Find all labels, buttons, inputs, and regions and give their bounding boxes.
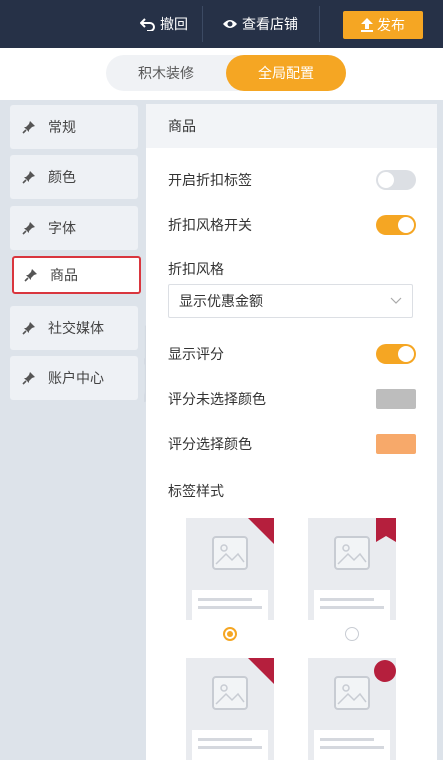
image-placeholder-icon — [212, 676, 248, 710]
discount-style-label: 折扣风格 — [168, 262, 224, 278]
card-text-lines — [192, 730, 268, 760]
image-placeholder-icon — [212, 536, 248, 570]
sidebar-item-label: 颜色 — [48, 170, 76, 186]
sidebar-item-font[interactable]: 字体 — [10, 206, 138, 250]
undo-icon — [140, 17, 156, 31]
sidebar-item-label: 字体 — [48, 221, 76, 237]
view-store-button[interactable]: 查看店铺 — [222, 6, 298, 42]
discount-style-select[interactable]: 显示优惠金额 — [168, 284, 413, 318]
product-settings-panel: 商品 开启折扣标签 折扣风格开关 折扣风格 显示优惠金额 显示评分 评分未选择颜… — [146, 104, 437, 760]
view-store-label: 查看店铺 — [242, 17, 298, 33]
tab-block-decoration[interactable]: 积木装修 — [106, 55, 226, 91]
sidebar-item-label: 账户中心 — [48, 371, 104, 387]
discount-tag-row: 开启折扣标签 — [168, 165, 416, 195]
corner-triangle-tag — [248, 518, 274, 544]
show-rating-toggle[interactable] — [376, 344, 416, 364]
rating-unselected-color-row: 评分未选择颜色 — [168, 384, 416, 414]
undo-button[interactable]: 撤回 — [140, 6, 188, 42]
settings-sidebar: 常规 颜色 字体 商品 社交媒体 账户中心 — [0, 100, 144, 760]
eye-icon — [222, 18, 238, 30]
card-text-lines — [192, 590, 268, 620]
pin-icon — [24, 268, 38, 282]
discount-style-switch-label: 折扣风格开关 — [168, 218, 252, 234]
panel-title: 商品 — [146, 104, 437, 148]
toolbar-divider — [202, 6, 203, 42]
bookmark-ribbon-tag — [376, 518, 396, 542]
discount-style-switch-row: 折扣风格开关 — [168, 210, 416, 240]
discount-tag-label: 开启折扣标签 — [168, 173, 252, 189]
upload-icon — [361, 18, 373, 32]
image-placeholder-icon — [334, 676, 370, 710]
tag-style-label: 标签样式 — [168, 484, 224, 500]
tag-style-radio[interactable] — [345, 627, 359, 641]
sidebar-item-account-center[interactable]: 账户中心 — [10, 356, 138, 400]
show-rating-label: 显示评分 — [168, 347, 224, 363]
undo-label: 撤回 — [160, 17, 188, 33]
discount-style-value: 显示优惠金额 — [179, 294, 263, 310]
sidebar-item-label: 常规 — [48, 120, 76, 136]
toolbar-divider — [319, 6, 320, 42]
pin-icon — [22, 221, 36, 235]
top-toolbar: 撤回 查看店铺 发布 — [0, 0, 443, 48]
sidebar-item-social-media[interactable]: 社交媒体 — [10, 306, 138, 350]
sidebar-item-general[interactable]: 常规 — [10, 105, 138, 149]
pin-icon — [22, 321, 36, 335]
sidebar-item-color[interactable]: 颜色 — [10, 155, 138, 199]
discount-tag-toggle[interactable] — [376, 170, 416, 190]
pin-icon — [22, 120, 36, 134]
publish-label: 发布 — [377, 18, 405, 34]
rating-unselected-color-swatch[interactable] — [376, 389, 416, 409]
card-text-lines — [314, 730, 390, 760]
rating-selected-color-label: 评分选择颜色 — [168, 437, 252, 453]
sidebar-item-label: 社交媒体 — [48, 321, 104, 337]
discount-style-toggle[interactable] — [376, 215, 416, 235]
mode-switch: 积木装修 全局配置 — [106, 55, 346, 91]
mode-bar: 积木装修 全局配置 — [0, 48, 443, 100]
publish-button[interactable]: 发布 — [343, 11, 423, 39]
tag-style-option[interactable] — [186, 518, 274, 620]
pin-icon — [22, 371, 36, 385]
rating-unselected-color-label: 评分未选择颜色 — [168, 392, 266, 408]
rating-selected-color-row: 评分选择颜色 — [168, 429, 416, 459]
image-placeholder-icon — [334, 536, 370, 570]
tag-style-option[interactable] — [308, 518, 396, 620]
pin-icon — [22, 170, 36, 184]
card-text-lines — [314, 590, 390, 620]
tag-style-option[interactable] — [186, 658, 274, 760]
sidebar-item-product[interactable]: 商品 — [12, 256, 141, 294]
rating-selected-color-swatch[interactable] — [376, 434, 416, 454]
tag-style-radio-selected[interactable] — [223, 627, 237, 641]
circle-badge-tag — [374, 660, 396, 682]
chevron-down-icon — [390, 293, 402, 309]
show-rating-row: 显示评分 — [168, 339, 416, 369]
corner-triangle-tag — [248, 658, 274, 684]
tab-global-config[interactable]: 全局配置 — [226, 55, 346, 91]
tag-style-option[interactable] — [308, 658, 396, 760]
sidebar-item-label: 商品 — [50, 268, 78, 284]
